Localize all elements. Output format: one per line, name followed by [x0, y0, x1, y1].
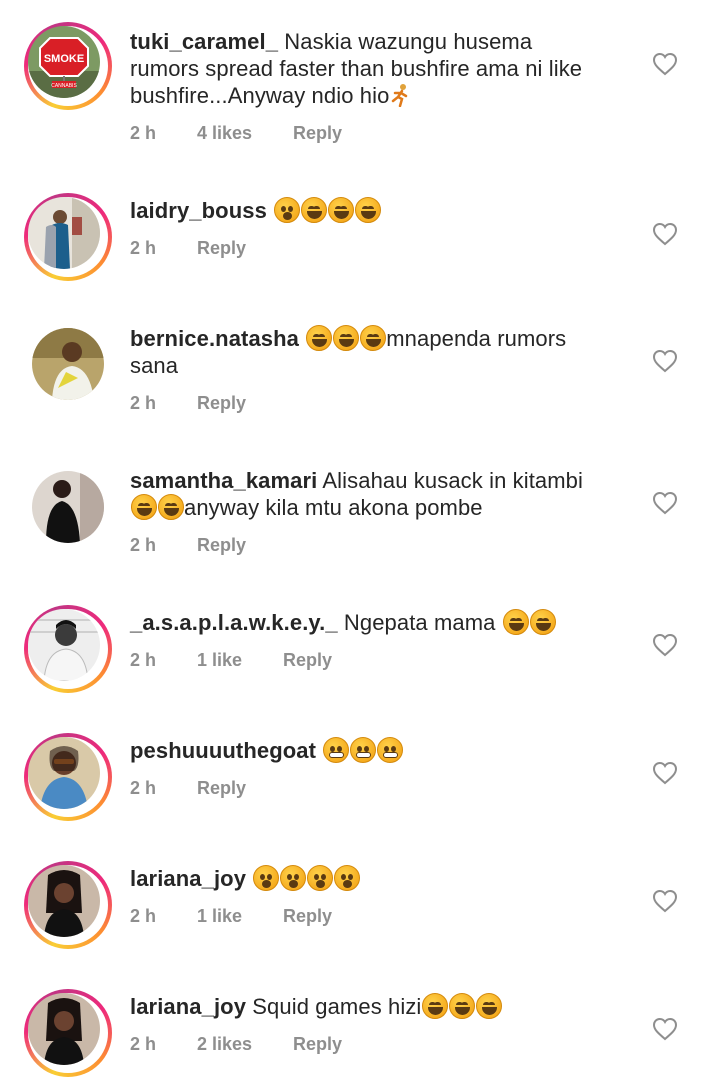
avatar[interactable]: [28, 197, 100, 269]
avatar[interactable]: SMOKE CANNABIS: [28, 26, 100, 98]
likes-count[interactable]: 1 like: [197, 650, 242, 671]
likes-count[interactable]: 4 likes: [197, 123, 252, 144]
timestamp: 2 h: [130, 238, 157, 258]
username-link[interactable]: lariana_joy: [130, 866, 246, 891]
comment-line: Naskia wazungu husema: [284, 29, 533, 54]
timestamp: 2 h: [130, 778, 157, 798]
reply-button[interactable]: Reply: [293, 1034, 342, 1055]
comment-text: laidry_bouss: [130, 197, 630, 224]
avatar[interactable]: [28, 865, 100, 937]
comment-text: tuki_caramel_ Naskia wazungu husema rumo…: [130, 28, 630, 109]
username-link[interactable]: lariana_joy: [130, 994, 246, 1019]
laughing-emoji: [502, 609, 529, 635]
laughing-emoji: [131, 494, 157, 520]
timestamp: 2 h: [130, 535, 157, 555]
comment-text: bernice.natasha mnapenda rumors sana: [130, 325, 630, 379]
username-link[interactable]: laidry_bouss: [130, 198, 267, 223]
comment-line: rumors spread faster than bushfire ama n…: [130, 56, 583, 81]
laughing-emoji: [301, 197, 328, 223]
username-link[interactable]: _a.s.a.p.l.a.w.k.e.y._: [130, 610, 338, 635]
avatar[interactable]: [32, 471, 104, 543]
avatar-story-ring[interactable]: SMOKE CANNABIS: [24, 22, 112, 110]
grimacing-emoji: [377, 737, 404, 763]
like-heart-icon[interactable]: [652, 1017, 678, 1041]
laughing-emoji: [449, 993, 476, 1019]
comment-text: peshuuuuthegoat: [130, 737, 630, 764]
comment-text: lariana_joy: [130, 865, 630, 892]
surprised-emoji: [253, 865, 280, 891]
laughing-emoji: [360, 325, 387, 351]
avatar[interactable]: [28, 609, 100, 681]
avatar-wrapper[interactable]: [24, 463, 112, 551]
like-heart-icon[interactable]: [652, 222, 678, 246]
reply-button[interactable]: Reply: [197, 778, 246, 799]
avatar-story-ring[interactable]: [24, 605, 112, 693]
username-link[interactable]: bernice.natasha: [130, 326, 299, 351]
like-heart-icon[interactable]: [652, 349, 678, 373]
reply-button[interactable]: Reply: [293, 123, 342, 144]
laughing-emoji: [328, 197, 355, 223]
running-person-emoji: [389, 82, 411, 109]
likes-count[interactable]: 2 likes: [197, 1034, 252, 1055]
comment-line: Alisahau kusack in kitambi: [322, 468, 583, 493]
avatar-subsign-text: CANNABIS: [51, 83, 77, 89]
grimacing-emoji: [323, 737, 350, 763]
comment-line: Squid games hizi: [252, 994, 422, 1019]
timestamp: 2 h: [130, 1034, 157, 1054]
comment-text: lariana_joy Squid games hizi: [130, 993, 630, 1020]
like-heart-icon[interactable]: [652, 633, 678, 657]
username-link[interactable]: tuki_caramel_: [130, 29, 278, 54]
like-heart-icon[interactable]: [652, 889, 678, 913]
laughing-emoji: [355, 197, 382, 223]
laughing-emoji: [306, 325, 333, 351]
laughing-emoji: [422, 993, 449, 1019]
likes-count[interactable]: 1 like: [197, 906, 242, 927]
reply-button[interactable]: Reply: [197, 535, 246, 556]
avatar-sign-text: SMOKE: [44, 53, 84, 65]
grimacing-emoji: [350, 737, 377, 763]
like-heart-icon[interactable]: [652, 761, 678, 785]
timestamp: 2 h: [130, 123, 157, 143]
reply-button[interactable]: Reply: [283, 906, 332, 927]
laughing-emoji: [333, 325, 360, 351]
reply-button[interactable]: Reply: [197, 393, 246, 414]
avatar-story-ring[interactable]: [24, 861, 112, 949]
like-heart-icon[interactable]: [652, 491, 678, 515]
laughing-emoji: [158, 494, 184, 520]
timestamp: 2 h: [130, 393, 157, 413]
comment-line: anyway kila mtu akona pombe: [184, 495, 483, 520]
laughing-emoji: [529, 609, 556, 635]
avatar-wrapper[interactable]: [24, 320, 112, 408]
comment-text: samantha_kamari Alisahau kusack in kitam…: [130, 467, 630, 521]
avatar[interactable]: [32, 328, 104, 400]
comment-line: sana: [130, 353, 179, 378]
avatar-story-ring[interactable]: [24, 733, 112, 821]
surprised-emoji: [274, 197, 301, 223]
username-link[interactable]: samantha_kamari: [130, 468, 317, 493]
surprised-emoji: [307, 865, 334, 891]
timestamp: 2 h: [130, 650, 157, 670]
avatar-story-ring[interactable]: [24, 989, 112, 1077]
like-heart-icon[interactable]: [652, 52, 678, 76]
timestamp: 2 h: [130, 906, 157, 926]
comment-line: bushfire...Anyway ndio hio: [130, 83, 390, 108]
avatar[interactable]: [28, 993, 100, 1065]
laughing-emoji: [476, 993, 503, 1019]
comment-text: _a.s.a.p.l.a.w.k.e.y._ Ngepata mama: [130, 609, 630, 636]
username-link[interactable]: peshuuuuthegoat: [130, 738, 316, 763]
avatar[interactable]: [28, 737, 100, 809]
comment-line: Ngepata mama: [343, 610, 496, 635]
avatar-story-ring[interactable]: [24, 193, 112, 281]
comment-line: mnapenda rumors: [386, 326, 567, 351]
surprised-emoji: [280, 865, 307, 891]
surprised-emoji: [334, 865, 361, 891]
reply-button[interactable]: Reply: [197, 238, 246, 259]
reply-button[interactable]: Reply: [283, 650, 332, 671]
